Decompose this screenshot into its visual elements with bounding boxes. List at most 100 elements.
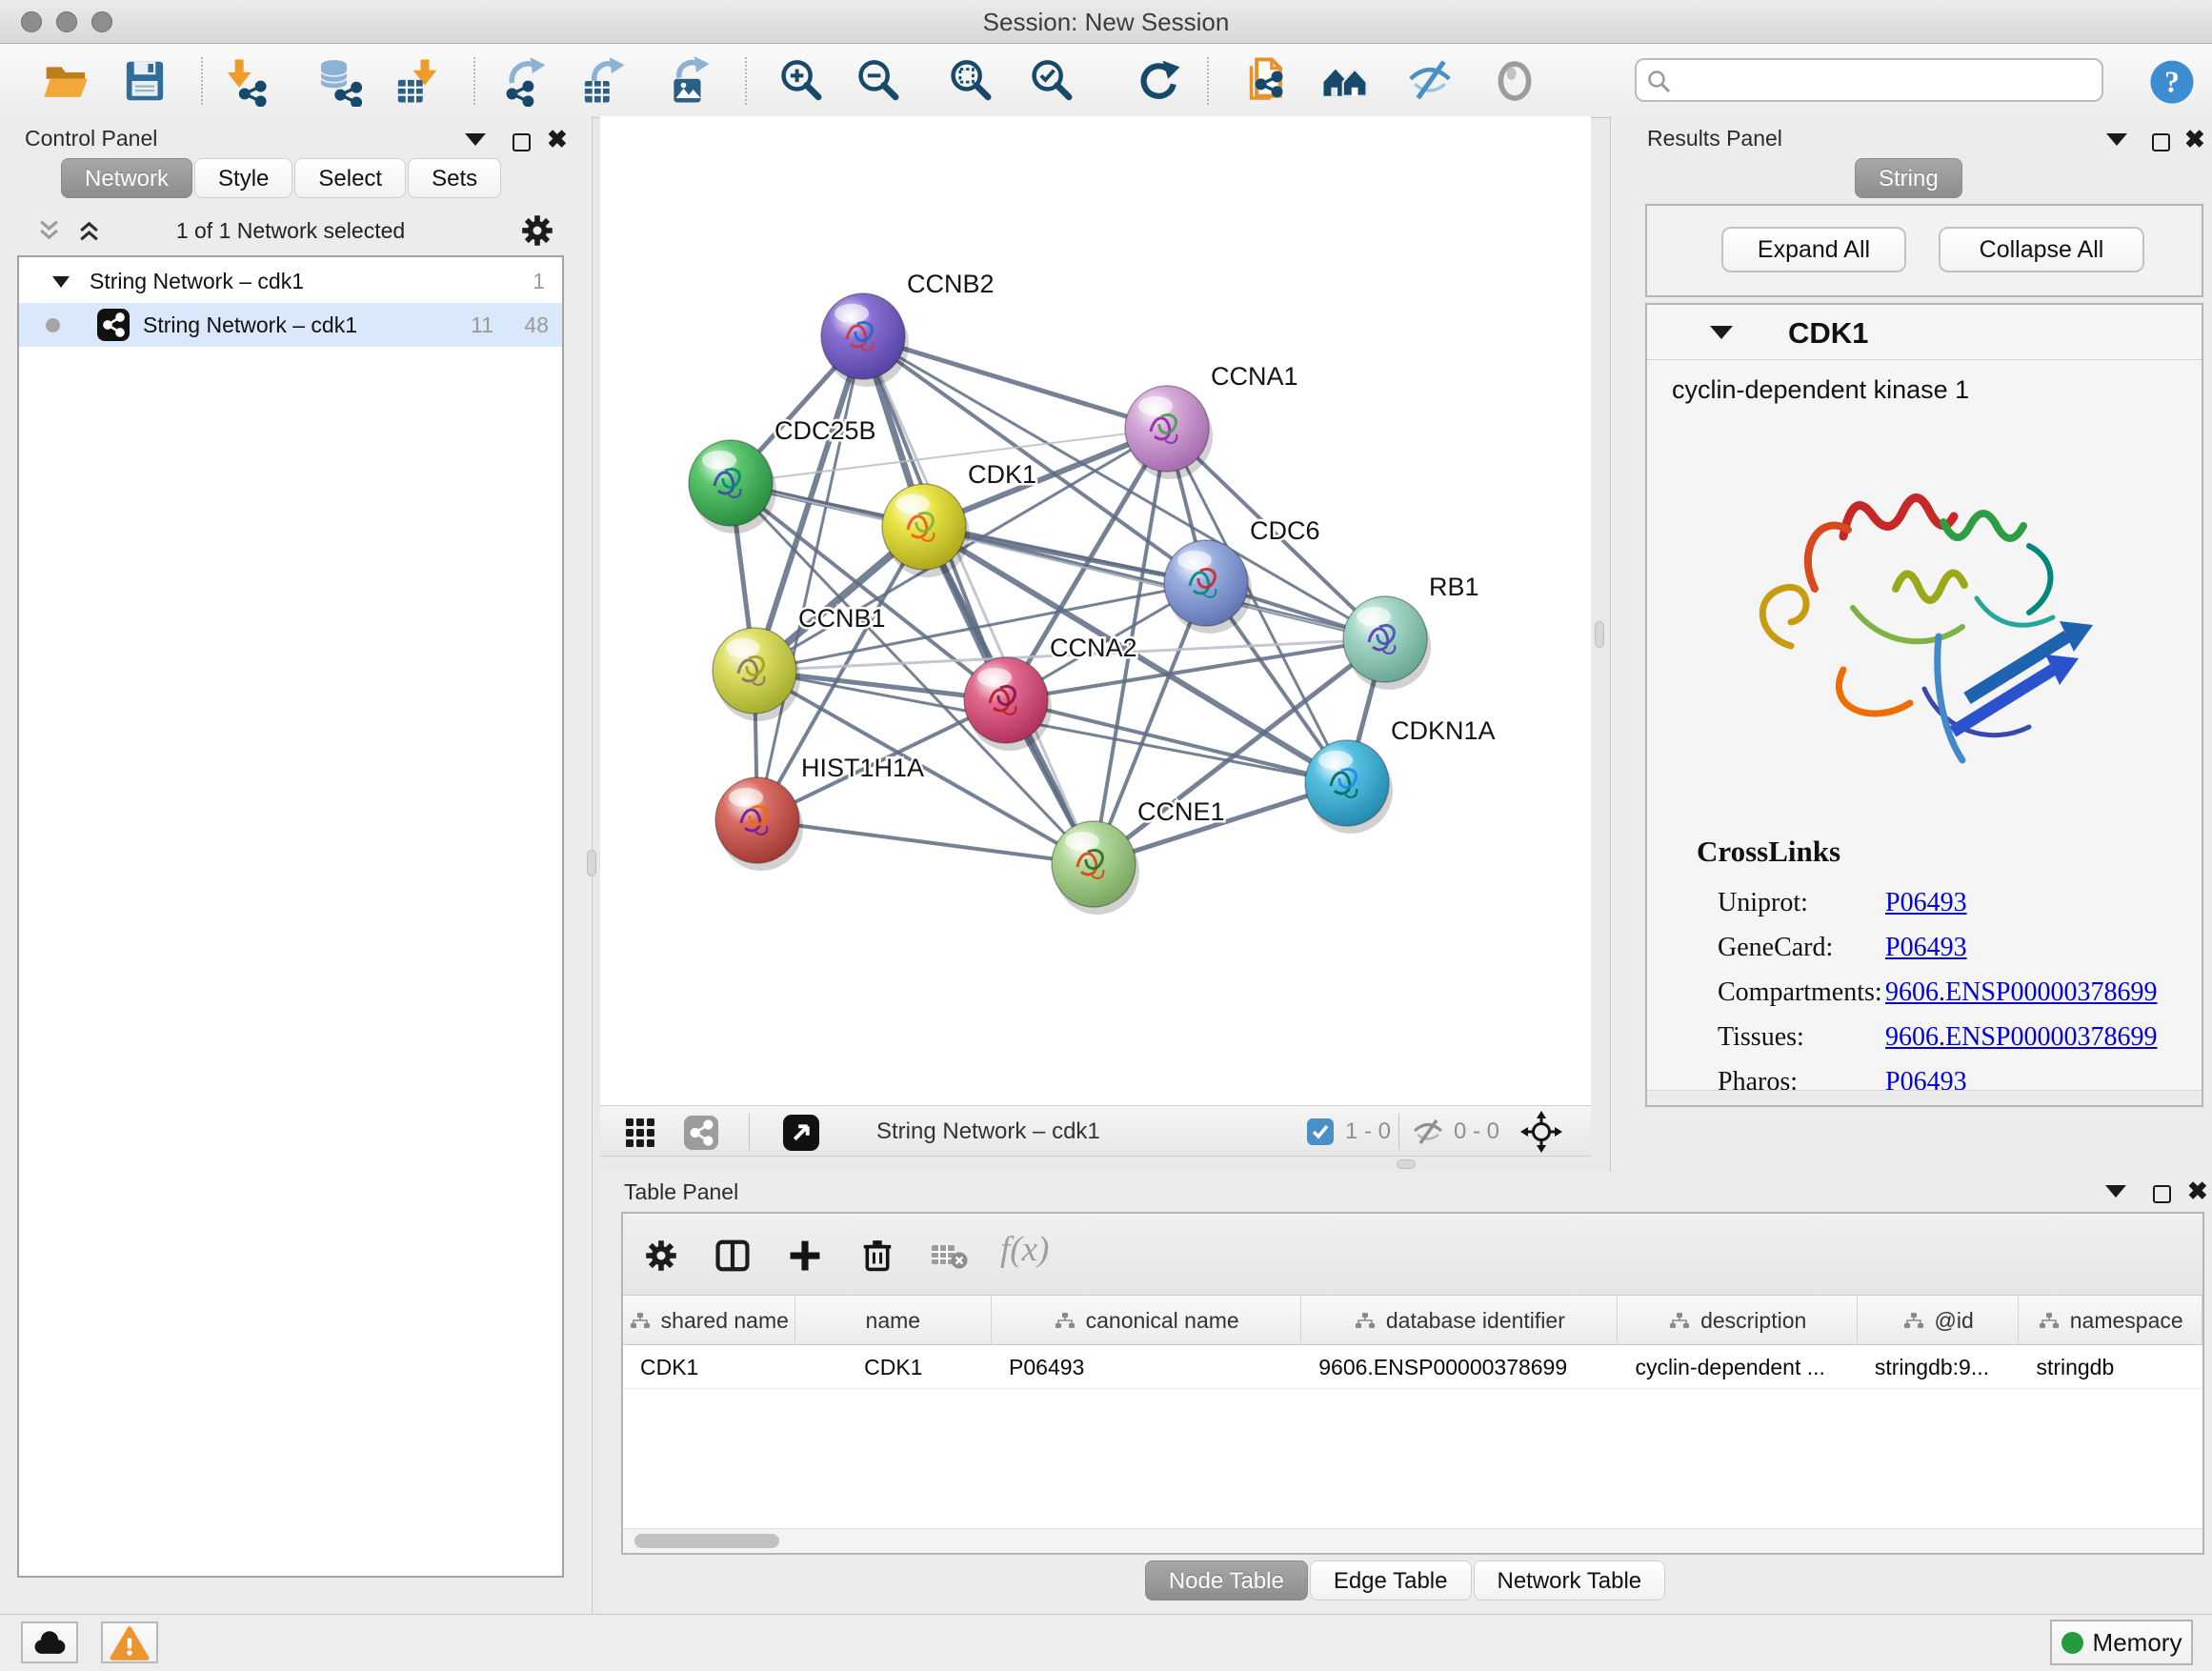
table-row[interactable]: CDK1CDK1P064939606.ENSP00000378699cyclin… xyxy=(623,1345,2202,1389)
network-edge xyxy=(863,336,1094,864)
column-header-namespace[interactable]: namespace xyxy=(2019,1296,2202,1345)
import-table-from-file-button[interactable] xyxy=(391,55,442,107)
zoom-out-button[interactable] xyxy=(852,55,903,107)
table-cell[interactable]: cyclin-dependent ... xyxy=(1618,1345,1857,1389)
protein-accordion-header[interactable]: CDK1 xyxy=(1647,305,2202,360)
network-node-CDC25B[interactable]: CDC25B xyxy=(689,416,876,534)
collapse-all-button[interactable]: Collapse All xyxy=(1939,227,2144,272)
table-hscrollbar-track[interactable] xyxy=(623,1528,2202,1553)
hide-selected-button[interactable] xyxy=(1404,55,1456,107)
crosslink-row: Compartments:9606.ENSP00000378699 xyxy=(1718,970,2175,1015)
memory-button[interactable]: Memory xyxy=(2050,1620,2193,1665)
crosslink-link[interactable]: 9606.ENSP00000378699 xyxy=(1885,977,2157,1008)
results-scrollbar-track[interactable] xyxy=(1647,1090,2202,1105)
crosslink-link[interactable]: P06493 xyxy=(1885,933,1967,963)
table-hscrollbar-thumb[interactable] xyxy=(634,1534,779,1548)
column-header-shared-name[interactable]: shared name xyxy=(623,1296,795,1345)
splitter-handle[interactable] xyxy=(1397,1159,1416,1169)
network-canvas[interactable]: CCNB2CCNA1CDC25BCDK1CDC6RB1CCNB1CCNA2CDK… xyxy=(600,116,1591,1105)
tab-style[interactable]: Style xyxy=(194,158,292,198)
column-header-description[interactable]: description xyxy=(1618,1296,1857,1345)
panel-close-icon[interactable]: ✖ xyxy=(2187,1181,2208,1200)
panel-menu-icon[interactable] xyxy=(2105,1185,2126,1198)
tab-network[interactable]: Network xyxy=(61,158,192,198)
network-node-CCNA1[interactable]: CCNA1 xyxy=(1125,362,1298,479)
zoom-fit-content-button[interactable] xyxy=(944,55,995,107)
tab-node-table[interactable]: Node Table xyxy=(1145,1560,1308,1601)
splitter-handle[interactable] xyxy=(587,850,596,876)
export-network-button[interactable] xyxy=(499,55,551,107)
crosslink-link[interactable]: P06493 xyxy=(1885,888,1967,918)
tab-edge-table[interactable]: Edge Table xyxy=(1310,1560,1472,1601)
export-table-button[interactable] xyxy=(577,55,629,107)
search-input[interactable] xyxy=(1635,58,2103,102)
table-cell[interactable]: 9606.ENSP00000378699 xyxy=(1301,1345,1618,1389)
zoom-in-button[interactable] xyxy=(774,55,826,107)
apply-preferred-layout-button[interactable] xyxy=(1133,55,1184,107)
network-node-CDKN1A[interactable]: CDKN1A xyxy=(1305,716,1496,834)
panel-close-icon[interactable]: ✖ xyxy=(2184,130,2205,149)
table-cell[interactable]: CDK1 xyxy=(623,1345,795,1389)
splitter-handle[interactable] xyxy=(1595,621,1604,648)
import-network-from-file-button[interactable] xyxy=(221,55,272,107)
column-header-canonical-name[interactable]: canonical name xyxy=(992,1296,1301,1345)
column-header-name[interactable]: name xyxy=(795,1296,993,1345)
help-button[interactable]: ? xyxy=(2146,55,2198,107)
network-home-button[interactable] xyxy=(1319,55,1371,107)
table-cell[interactable]: stringdb:9... xyxy=(1858,1345,2020,1389)
open-session-button[interactable] xyxy=(41,55,92,107)
table-options-gear-icon[interactable] xyxy=(644,1238,678,1273)
table-cell[interactable]: CDK1 xyxy=(795,1345,992,1389)
collection-expander-icon[interactable] xyxy=(51,275,70,289)
network-options-gear-icon[interactable] xyxy=(520,213,554,248)
export-image-button[interactable] xyxy=(662,55,714,107)
network-birdseye-icon[interactable] xyxy=(684,1116,718,1150)
panel-float-icon[interactable] xyxy=(2152,133,2170,151)
network-edge xyxy=(863,336,1167,429)
tab-sets[interactable]: Sets xyxy=(408,158,501,198)
table-tabs: Node TableEdge TableNetwork Table xyxy=(600,1560,2212,1601)
column-sort-icon xyxy=(1054,1312,1076,1330)
string-protein-query-button[interactable] xyxy=(1238,55,1290,107)
column-header-@id[interactable]: @id xyxy=(1858,1296,2020,1345)
show-all-button[interactable] xyxy=(1489,55,1540,107)
create-column-plus-icon[interactable] xyxy=(787,1238,823,1274)
toolbar-separator xyxy=(201,57,203,105)
tab-network-table[interactable]: Network Table xyxy=(1474,1560,1666,1601)
cloud-status-button[interactable] xyxy=(21,1621,78,1663)
table-cell[interactable]: P06493 xyxy=(992,1345,1301,1389)
grid-view-icon[interactable] xyxy=(625,1117,655,1148)
node-label: CCNA2 xyxy=(1050,634,1137,662)
show-columns-icon[interactable] xyxy=(714,1238,751,1274)
import-network-from-db-button[interactable] xyxy=(312,55,364,107)
tab-string[interactable]: String xyxy=(1855,158,1962,198)
memory-status-dot-icon xyxy=(2061,1632,2083,1654)
network-collection-row[interactable]: String Network – cdk1 1 xyxy=(19,259,562,303)
network-node-HIST1H1A[interactable]: HIST1H1A xyxy=(715,754,924,871)
selected-checkbox-icon[interactable] xyxy=(1307,1118,1334,1145)
zoom-selected-region-button[interactable] xyxy=(1025,55,1076,107)
column-header-database-identifier[interactable]: database identifier xyxy=(1301,1296,1618,1345)
panel-float-icon[interactable] xyxy=(513,133,531,151)
warnings-button[interactable] xyxy=(101,1621,158,1663)
crosslink-link[interactable]: 9606.ENSP00000378699 xyxy=(1885,1022,2157,1053)
accordion-expander-icon[interactable] xyxy=(1710,326,1733,339)
network-row[interactable]: String Network – cdk1 11 48 xyxy=(19,303,562,347)
panel-close-icon[interactable]: ✖ xyxy=(547,130,568,149)
save-session-button[interactable] xyxy=(119,55,171,107)
tab-select[interactable]: Select xyxy=(294,158,406,198)
fit-selected-crosshair-icon[interactable] xyxy=(1520,1111,1562,1153)
control-panel-title: Control Panel xyxy=(25,126,157,151)
table-cell[interactable]: stringdb xyxy=(2019,1345,2202,1389)
panel-menu-icon[interactable] xyxy=(465,133,486,146)
panel-float-icon[interactable] xyxy=(2153,1185,2171,1203)
panel-menu-icon[interactable] xyxy=(2106,133,2127,146)
network-node-CCNE1[interactable]: CCNE1 xyxy=(1052,797,1225,915)
delete-column-trash-icon[interactable] xyxy=(859,1237,895,1273)
toolbar-separator xyxy=(1207,57,1209,105)
expand-all-button[interactable]: Expand All xyxy=(1721,227,1906,272)
network-node-RB1[interactable]: RB1 xyxy=(1343,573,1479,690)
toolbar-separator xyxy=(745,57,747,105)
open-view-in-window-icon[interactable] xyxy=(783,1115,819,1151)
control-panel: Control Panel ✖ NetworkStyleSelectSets 1… xyxy=(0,116,593,1614)
